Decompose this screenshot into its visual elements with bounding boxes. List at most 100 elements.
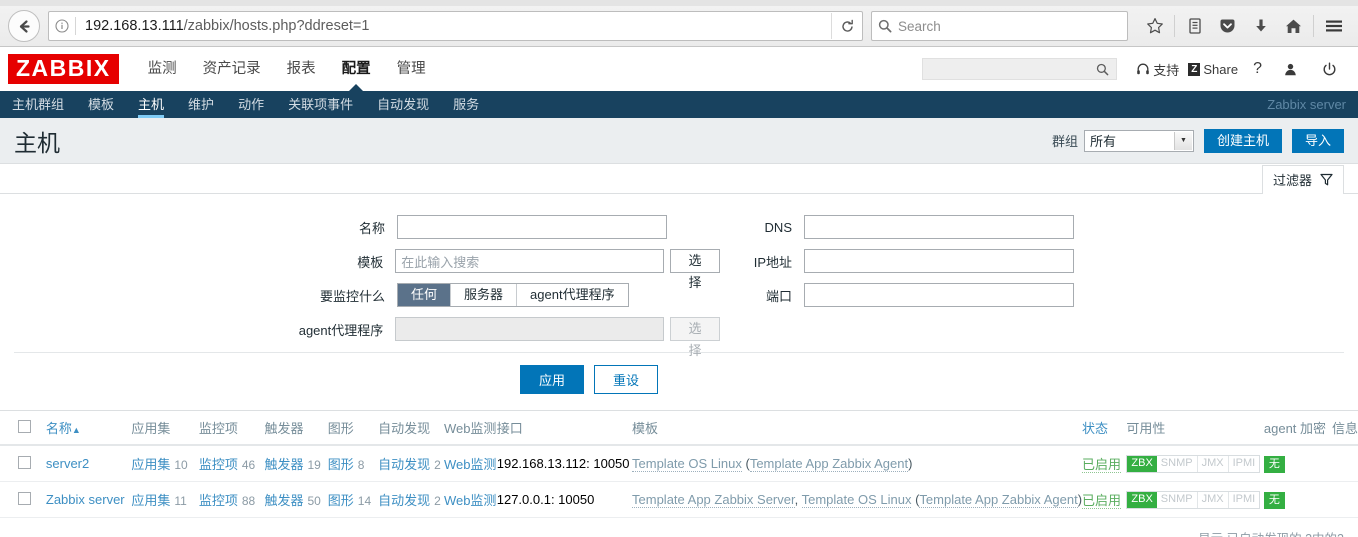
select-all-checkbox[interactable] (18, 419, 31, 433)
template-link-nested[interactable]: Template App Zabbix Agent (919, 492, 1078, 508)
url-path: /zabbix/hosts.php?ddreset=1 (183, 18, 370, 34)
host-name-link[interactable]: server2 (46, 456, 89, 471)
subnav-item-hosts[interactable]: 主机 (126, 91, 176, 118)
menu-hamburger-icon[interactable] (1317, 11, 1350, 41)
reload-icon[interactable] (831, 13, 862, 39)
support-link[interactable]: 支持 (1136, 60, 1179, 79)
triggers-link[interactable]: 触发器 (264, 457, 303, 472)
row-interface-cell: 192.168.13.112: 10050 (496, 445, 633, 482)
menu-item-reports[interactable]: 报表 (274, 47, 329, 91)
browser-search-placeholder: Search (898, 18, 941, 34)
download-icon[interactable] (1244, 11, 1277, 41)
availability-zbx: ZBX (1127, 492, 1157, 508)
subnav-item-discovery[interactable]: 自动发现 (365, 91, 441, 118)
menu-item-administration[interactable]: 管理 (384, 47, 439, 91)
name-input[interactable] (397, 215, 667, 239)
group-select-value: 所有 (1089, 134, 1116, 149)
items-link[interactable]: 监控项 (199, 493, 238, 508)
help-link[interactable]: ? (1247, 60, 1268, 78)
zabbix-logo[interactable]: ZABBIX (8, 54, 119, 84)
template-link-prefix[interactable]: Template App Zabbix Server (632, 492, 795, 508)
template-input[interactable]: 在此输入搜索 (395, 249, 665, 273)
import-button[interactable]: 导入 (1291, 128, 1344, 153)
server-name-label: Zabbix server (1267, 97, 1346, 112)
graphs-link[interactable]: 图形 (328, 493, 354, 508)
subnav-item-services[interactable]: 服务 (441, 91, 491, 118)
row-checkbox[interactable] (18, 491, 31, 505)
group-select[interactable]: 所有 ▼ (1083, 129, 1194, 152)
share-link[interactable]: Z Share (1188, 62, 1238, 77)
template-select-button[interactable]: 选择 (670, 249, 720, 290)
menu-item-configuration[interactable]: 配置 (329, 47, 384, 91)
sort-ascending-icon: ▲ (71, 425, 81, 435)
applications-link[interactable]: 应用集 (131, 457, 170, 472)
subnav-item-actions[interactable]: 动作 (226, 91, 276, 118)
browser-search-input[interactable]: Search (871, 11, 1128, 41)
template-link-nested[interactable]: Template App Zabbix Agent (749, 456, 909, 472)
subnav-item-host-groups[interactable]: 主机群组 (0, 91, 76, 118)
home-icon[interactable] (1277, 11, 1310, 41)
template-link-main[interactable]: Template OS Linux (632, 456, 742, 472)
subnav-item-correlation[interactable]: 关联项事件 (276, 91, 365, 118)
monitored-by-option-proxy[interactable]: agent代理程序 (517, 284, 628, 306)
pocket-icon[interactable] (1211, 11, 1244, 41)
ip-label: IP地址 (753, 254, 792, 270)
url-host: 192.168.13.111 (85, 18, 184, 34)
menu-item-monitoring[interactable]: 监测 (135, 47, 190, 91)
filter-tab[interactable]: 过滤器 (1261, 165, 1344, 194)
host-name-link[interactable]: Zabbix server (46, 492, 125, 507)
page-root: 192.168.13.111/zabbix/hosts.php?ddreset=… (0, 0, 1358, 537)
availability-ipmi: IPMI (1232, 493, 1256, 505)
availability-badges: ZBX SNMP JMX IPMI (1126, 491, 1261, 509)
items-link[interactable]: 监控项 (199, 457, 238, 472)
discovery-link[interactable]: 自动发现 (378, 457, 430, 472)
header-name[interactable]: 名称▲ (45, 411, 132, 446)
subnav-item-templates[interactable]: 模板 (76, 91, 126, 118)
template-link-main[interactable]: Template OS Linux (801, 492, 912, 508)
template-paren-close: ) (908, 456, 913, 471)
menu-item-inventory[interactable]: 资产记录 (190, 47, 274, 91)
graphs-link[interactable]: 图形 (328, 457, 354, 472)
availability-snmp: SNMP (1157, 492, 1198, 508)
back-arrow-icon[interactable] (8, 10, 40, 42)
page-header-actions: 群组 所有 ▼ 创建主机 导入 (1052, 128, 1344, 153)
monitored-by-radioset: 任何 服务器 agent代理程序 (397, 283, 629, 307)
apply-button[interactable]: 应用 (519, 365, 584, 394)
applications-link[interactable]: 应用集 (131, 493, 170, 508)
ip-input[interactable] (804, 249, 1074, 273)
logout-link[interactable] (1316, 62, 1346, 77)
row-applications-cell: 应用集 11 (131, 481, 199, 518)
url-text[interactable]: 192.168.13.111/zabbix/hosts.php?ddreset=… (76, 18, 831, 34)
header-status[interactable]: 状态 (1082, 411, 1127, 446)
web-link[interactable]: Web监测 (444, 457, 497, 472)
user-profile-link[interactable] (1277, 62, 1307, 77)
browser-tabstrip[interactable] (0, 0, 1358, 6)
monitored-by-option-server[interactable]: 服务器 (451, 284, 518, 306)
page-title: 主机 (14, 129, 60, 156)
row-graphs-cell: 图形 8 (327, 445, 379, 482)
web-link[interactable]: Web监测 (444, 493, 497, 508)
dns-input[interactable] (804, 215, 1074, 239)
filter-actions: 应用 重设 (0, 353, 1358, 400)
monitored-by-option-any[interactable]: 任何 (398, 284, 452, 306)
browser-toolbar: 192.168.13.111/zabbix/hosts.php?ddreset=… (0, 0, 1358, 47)
footer-discovered-link[interactable]: 已自动发现的 (1226, 532, 1302, 537)
triggers-link[interactable]: 触发器 (264, 493, 303, 508)
status-link[interactable]: 已启用 (1082, 493, 1122, 509)
footer-suffix: 2中的2 (1305, 532, 1344, 537)
info-icon[interactable] (49, 19, 75, 33)
reset-button[interactable]: 重设 (594, 365, 659, 394)
filter-row-port: 端口 (720, 278, 1075, 312)
discovery-link[interactable]: 自动发现 (378, 493, 430, 508)
port-input[interactable] (804, 283, 1074, 307)
create-host-button[interactable]: 创建主机 (1203, 128, 1282, 153)
search-icon[interactable] (1096, 63, 1116, 76)
url-bar[interactable]: 192.168.13.111/zabbix/hosts.php?ddreset=… (48, 11, 863, 41)
row-checkbox[interactable] (18, 455, 31, 469)
library-icon[interactable] (1178, 11, 1211, 41)
subnav-item-maintenance[interactable]: 维护 (176, 91, 226, 118)
bookmark-star-icon[interactable] (1138, 11, 1171, 41)
row-name-cell: server2 (45, 445, 132, 482)
status-link[interactable]: 已启用 (1082, 457, 1122, 473)
global-search-input[interactable] (922, 58, 1118, 80)
